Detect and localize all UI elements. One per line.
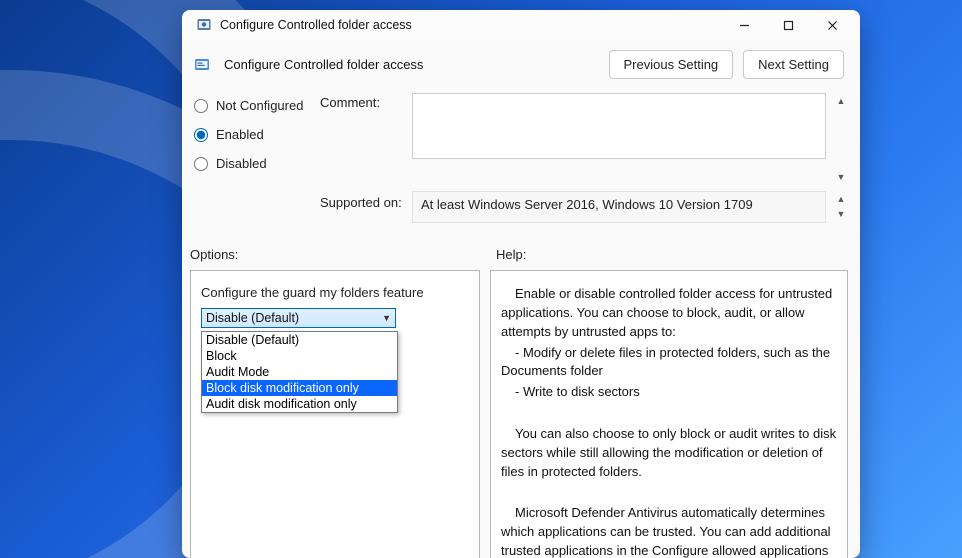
help-panel: Enable or disable controlled folder acce… — [490, 270, 848, 558]
supported-on-value: At least Windows Server 2016, Windows 10… — [412, 191, 826, 223]
comment-input[interactable] — [412, 93, 826, 159]
help-text: - Write to disk sectors — [501, 383, 837, 402]
option-description: Configure the guard my folders feature — [201, 285, 469, 300]
comment-label: Comment: — [320, 93, 404, 185]
dropdown-option[interactable]: Block disk modification only — [202, 380, 397, 396]
scroll-down-icon[interactable]: ▼ — [834, 207, 848, 221]
header-label: Configure Controlled folder access — [224, 57, 599, 72]
radio-not-configured[interactable]: Not Configured — [194, 98, 312, 113]
help-text: Microsoft Defender Antivirus automatical… — [501, 504, 837, 558]
maximize-button[interactable] — [766, 10, 810, 40]
dropdown-option[interactable]: Block — [202, 348, 397, 364]
options-panel: Configure the guard my folders feature D… — [190, 270, 480, 558]
scroll-down-icon[interactable]: ▼ — [834, 170, 848, 184]
help-text: - Modify or delete files in protected fo… — [501, 344, 837, 382]
next-setting-button[interactable]: Next Setting — [743, 50, 844, 79]
previous-setting-button[interactable]: Previous Setting — [609, 50, 734, 79]
radio-disabled[interactable]: Disabled — [194, 156, 312, 171]
scroll-up-icon[interactable]: ▲ — [834, 192, 848, 206]
toolbar: Configure Controlled folder access Previ… — [182, 40, 860, 93]
dropdown-option[interactable]: Audit Mode — [202, 364, 397, 380]
options-section-label: Options: — [190, 247, 496, 262]
scroll-up-icon[interactable]: ▲ — [834, 94, 848, 108]
state-radio-group: Not Configured Enabled Disabled — [190, 93, 312, 185]
supported-scrollbar[interactable]: ▲ ▼ — [834, 185, 848, 221]
dialog-window: Configure Controlled folder access Confi… — [182, 10, 860, 558]
dropdown-option[interactable]: Audit disk modification only — [202, 396, 397, 412]
supported-on-label: Supported on: — [320, 185, 404, 223]
help-text: Enable or disable controlled folder acce… — [501, 285, 837, 342]
policy-icon — [194, 57, 210, 73]
minimize-button[interactable] — [722, 10, 766, 40]
window-title: Configure Controlled folder access — [220, 18, 722, 32]
help-section-label: Help: — [496, 247, 526, 262]
app-icon — [196, 17, 212, 33]
guard-mode-dropdown[interactable]: Disable (Default)BlockAudit ModeBlock di… — [201, 331, 398, 413]
chevron-down-icon: ▼ — [382, 313, 391, 323]
close-button[interactable] — [810, 10, 854, 40]
help-text: You can also choose to only block or aud… — [501, 425, 837, 482]
radio-enabled[interactable]: Enabled — [194, 127, 312, 142]
comment-scrollbar[interactable]: ▲ ▼ — [834, 93, 848, 185]
titlebar: Configure Controlled folder access — [182, 10, 860, 40]
guard-mode-select[interactable]: Disable (Default) ▼ — [201, 308, 396, 328]
dropdown-option[interactable]: Disable (Default) — [202, 332, 397, 348]
select-value: Disable (Default) — [206, 311, 299, 325]
